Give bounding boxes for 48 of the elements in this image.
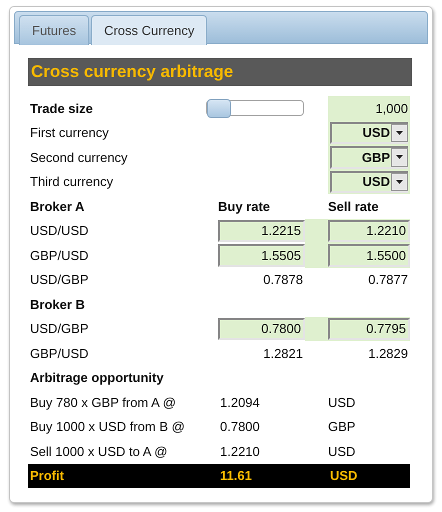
- trade-step: Buy 780 x GBP from A @: [28, 390, 218, 414]
- section-heading: Arbitrage opportunity: [29, 369, 165, 388]
- tab[interactable]: Cross Currency: [91, 15, 208, 45]
- sell-rate: 0.7877: [367, 271, 409, 290]
- slider-thumb[interactable]: [207, 99, 231, 118]
- tab[interactable]: Futures: [19, 15, 90, 45]
- currency-dropdown[interactable]: USD: [330, 122, 408, 144]
- profit-value: 11.61: [218, 464, 328, 488]
- column-header: Sell rate: [328, 198, 380, 216]
- profit-label: Profit: [28, 464, 218, 488]
- section-heading: Broker B: [29, 296, 86, 314]
- currency-dropdown[interactable]: GBP: [330, 146, 408, 168]
- buy-rate-input[interactable]: 1.5505: [218, 244, 305, 266]
- sheet-title: Cross currency arbitrage: [28, 58, 412, 86]
- currency-pair: USD/GBP: [29, 271, 90, 290]
- sell-rate-input[interactable]: 1.2210: [328, 220, 410, 242]
- sell-rate-input[interactable]: 1.5500: [328, 244, 410, 266]
- buy-rate-input[interactable]: 1.2215: [218, 220, 305, 242]
- trade-rate: 0.7800: [219, 418, 261, 436]
- dropdown-caret-icon: [396, 155, 403, 160]
- field-label: Third currency: [29, 173, 114, 192]
- trade-size-slider[interactable]: [206, 100, 304, 116]
- currency-pair: USD/GBP: [29, 320, 90, 338]
- dropdown-caret-icon: [396, 130, 403, 135]
- currency-dropdown[interactable]: USD: [330, 170, 408, 193]
- field-label: Second currency: [29, 148, 129, 167]
- sell-rate: 1.2829: [367, 344, 409, 363]
- column-header: Buy rate: [218, 198, 272, 216]
- buy-rate: 0.7878: [262, 271, 304, 290]
- currency-pair: GBP/USD: [29, 344, 90, 363]
- trade-rate: 1.2210: [219, 442, 261, 461]
- dropdown-caret-icon: [396, 180, 403, 184]
- currency-pair: GBP/USD: [29, 246, 90, 265]
- buy-rate: 1.2821: [262, 344, 304, 363]
- currency-pair: USD/USD: [29, 222, 90, 240]
- trade-step: Sell 1000 x USD to A @: [28, 439, 218, 464]
- profit-currency: USD: [328, 464, 410, 488]
- trade-currency: USD: [327, 394, 356, 412]
- buy-rate-input[interactable]: 0.7800: [218, 318, 305, 340]
- field-label: Trade size: [29, 100, 94, 118]
- trade-size-value[interactable]: 1,000: [328, 96, 410, 120]
- trade-rate: 1.2094: [219, 394, 261, 412]
- trade-currency: GBP: [327, 418, 356, 436]
- trade-currency: USD: [327, 442, 356, 461]
- sell-rate-input[interactable]: 0.7795: [328, 318, 410, 340]
- trade-step: Buy 1000 x USD from B @: [28, 414, 218, 439]
- field-label: First currency: [29, 124, 110, 142]
- section-heading: Broker A: [29, 198, 86, 216]
